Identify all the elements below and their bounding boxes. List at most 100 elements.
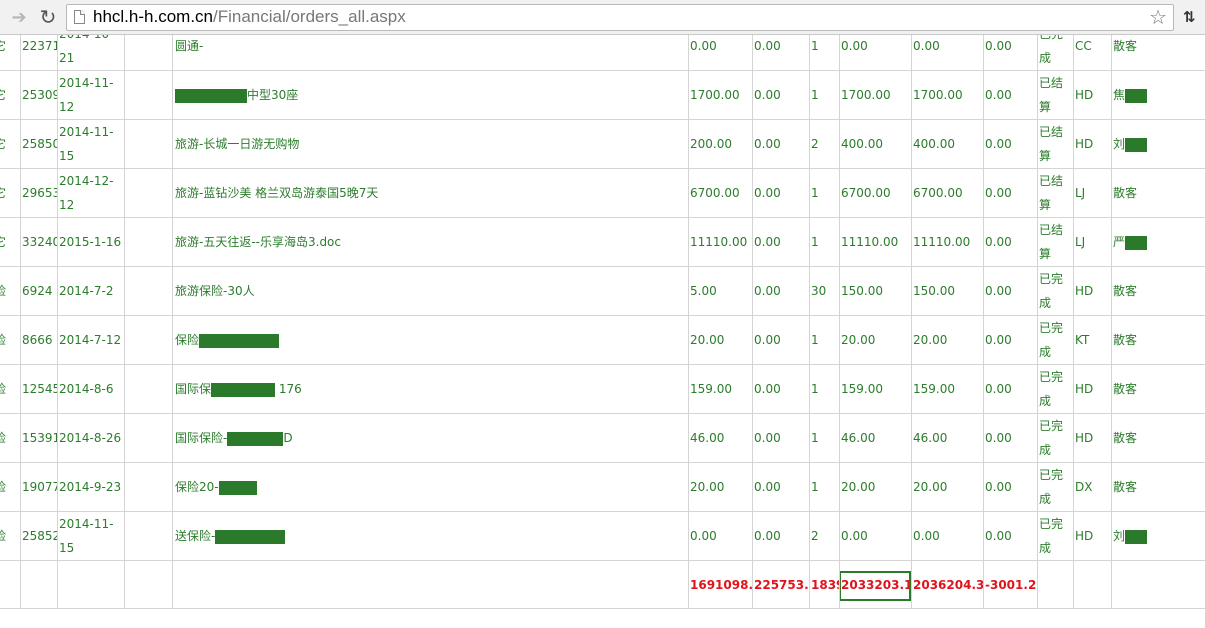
customer-cell: 散客 xyxy=(1111,364,1205,414)
description-suffix: 176 xyxy=(275,382,302,396)
order-type-cell: 险 xyxy=(0,462,21,512)
table-row[interactable]: 险258522014-11-15送保险-0.000.0020.000.000.0… xyxy=(0,511,1205,561)
customer-prefix: 焦 xyxy=(1113,88,1126,102)
paid-cell: 159.00 xyxy=(911,364,984,414)
redaction-block xyxy=(1125,529,1148,544)
order-type-cell: 险 xyxy=(0,266,21,316)
table-row[interactable]: 险190772014-9-23保险20-20.000.00120.0020.00… xyxy=(0,462,1205,512)
customer-cell: 散客 xyxy=(1111,462,1205,512)
description-cell: 保险 xyxy=(172,315,689,365)
order-date-cell: 2014-11-12 xyxy=(57,70,125,120)
description-suffix: D xyxy=(283,431,293,445)
difference-cell: 0.00 xyxy=(983,413,1038,463)
extension-icon[interactable]: ⇅ xyxy=(1183,6,1203,28)
order-type-cell: 它 xyxy=(0,168,21,218)
table-row[interactable]: 险69242014-7-2旅游保险-30人5.000.0030150.00150… xyxy=(0,266,1205,316)
blank-cell xyxy=(1111,560,1205,609)
order-id-cell: 25850 xyxy=(20,119,58,169)
order-date-cell: 2014-7-12 xyxy=(57,315,125,365)
description-cell: 圆通- xyxy=(172,35,689,71)
difference-cell: 0.00 xyxy=(983,511,1038,561)
orders-table-viewport[interactable]: 它223712014-10-21圆通-0.000.0010.000.000.00… xyxy=(0,35,1205,628)
quantity-cell: 1 xyxy=(809,364,840,414)
total-cell: 20.00 xyxy=(839,462,912,512)
total-cell: 0.00 xyxy=(839,511,912,561)
order-type-cell: 它 xyxy=(0,217,21,267)
quantity-cell: 1 xyxy=(809,413,840,463)
paid-cell: 6700.00 xyxy=(911,168,984,218)
reload-icon[interactable]: ↻ xyxy=(37,5,59,29)
table-row[interactable]: 它332402015-1-16旅游-五天往返--乐享海岛3.doc11110.0… xyxy=(0,217,1205,267)
unit-price-cell: 200.00 xyxy=(688,119,753,169)
status-cell: 已完成 xyxy=(1037,315,1074,365)
amount-2-cell: 0.00 xyxy=(752,70,810,120)
unit-price-cell: 0.00 xyxy=(688,35,753,71)
unit-price-cell: 11110.00 xyxy=(688,217,753,267)
difference-cell: 0.00 xyxy=(983,35,1038,71)
table-row[interactable]: 它253092014-11-12中型30座1700.000.0011700.00… xyxy=(0,70,1205,120)
redaction-block xyxy=(218,480,257,495)
amount-2-cell: 0.00 xyxy=(752,266,810,316)
order-date-cell: 2014-11-15 xyxy=(57,511,125,561)
description-cell: 旅游-五天往返--乐享海岛3.doc xyxy=(172,217,689,267)
url-text: hhcl.h-h.com.cn/Financial/orders_all.asp… xyxy=(93,7,406,27)
description-prefix: 国际保险- xyxy=(175,431,228,445)
blank-cell xyxy=(1037,560,1074,609)
table-row[interactable]: 它258502014-11-15旅游-长城一日游无购物200.000.00240… xyxy=(0,119,1205,169)
staff-cell: HD xyxy=(1073,511,1112,561)
staff-cell: KT xyxy=(1073,315,1112,365)
total-cell: 159.00 xyxy=(839,364,912,414)
total-cell: 46.00 xyxy=(839,413,912,463)
staff-cell: HD xyxy=(1073,119,1112,169)
table-row[interactable]: 它296532014-12-12旅游-蓝钻沙美 格兰双岛游泰国5晚7天6700.… xyxy=(0,168,1205,218)
difference-cell: 0.00 xyxy=(983,217,1038,267)
order-date-cell: 2014-7-2 xyxy=(57,266,125,316)
order-date-cell: 2015-1-16 xyxy=(57,217,125,267)
difference-cell: 0.00 xyxy=(983,315,1038,365)
paid-cell: 46.00 xyxy=(911,413,984,463)
table-row[interactable]: 险86662014-7-12保险20.000.00120.0020.000.00… xyxy=(0,315,1205,365)
description-cell: 旅游-长城一日游无购物 xyxy=(172,119,689,169)
quantity-cell: 2 xyxy=(809,119,840,169)
order-id-cell: 33240 xyxy=(20,217,58,267)
order-id-cell: 29653 xyxy=(20,168,58,218)
customer-cell: 严 xyxy=(1111,217,1205,267)
redaction-block xyxy=(1125,88,1148,103)
table-row[interactable]: 险125452014-8-6国际保 176159.000.001159.0015… xyxy=(0,364,1205,414)
order-id-cell: 8666 xyxy=(20,315,58,365)
blank-cell xyxy=(172,560,689,609)
bookmark-star-icon[interactable]: ☆ xyxy=(1149,6,1167,28)
customer-cell: 散客 xyxy=(1111,168,1205,218)
back-arrow-icon[interactable]: ➔ xyxy=(8,6,30,28)
quantity-cell: 1 xyxy=(809,462,840,512)
totals-row: : 1691098.5225753.618392033203.132036204.… xyxy=(0,560,1205,609)
address-bar[interactable]: hhcl.h-h.com.cn/Financial/orders_all.asp… xyxy=(66,4,1174,31)
status-cell: 已完成 xyxy=(1037,413,1074,463)
unit-price-cell: 159.00 xyxy=(688,364,753,414)
paid-cell: 400.00 xyxy=(911,119,984,169)
orders-table: 它223712014-10-21圆通-0.000.0010.000.000.00… xyxy=(0,35,1205,609)
total-cell: 11110.00 xyxy=(839,217,912,267)
order-id-cell: 6924 xyxy=(20,266,58,316)
customer-cell: 焦 xyxy=(1111,70,1205,120)
table-row[interactable]: 险153912014-8-26国际保险-D46.000.00146.0046.0… xyxy=(0,413,1205,463)
table-row[interactable]: 它223712014-10-21圆通-0.000.0010.000.000.00… xyxy=(0,35,1205,71)
unit-price-cell: 6700.00 xyxy=(688,168,753,218)
order-date-cell: 2014-8-6 xyxy=(57,364,125,414)
quantity-cell: 1 xyxy=(809,168,840,218)
blank-cell xyxy=(124,315,173,365)
redaction-block xyxy=(211,382,276,397)
total-amount-2-cell: 225753.6 xyxy=(752,560,810,609)
blank-cell xyxy=(1073,560,1112,609)
status-cell: 已完成 xyxy=(1037,462,1074,512)
order-id-cell: 25852 xyxy=(20,511,58,561)
unit-price-cell: 46.00 xyxy=(688,413,753,463)
paid-cell: 20.00 xyxy=(911,462,984,512)
blank-cell xyxy=(124,119,173,169)
description-cell: 中型30座 xyxy=(172,70,689,120)
blank-cell xyxy=(124,217,173,267)
paid-cell: 1700.00 xyxy=(911,70,984,120)
description-cell: 国际保 176 xyxy=(172,364,689,414)
status-cell: 已完成 xyxy=(1037,35,1074,71)
status-cell: 已结算 xyxy=(1037,217,1074,267)
